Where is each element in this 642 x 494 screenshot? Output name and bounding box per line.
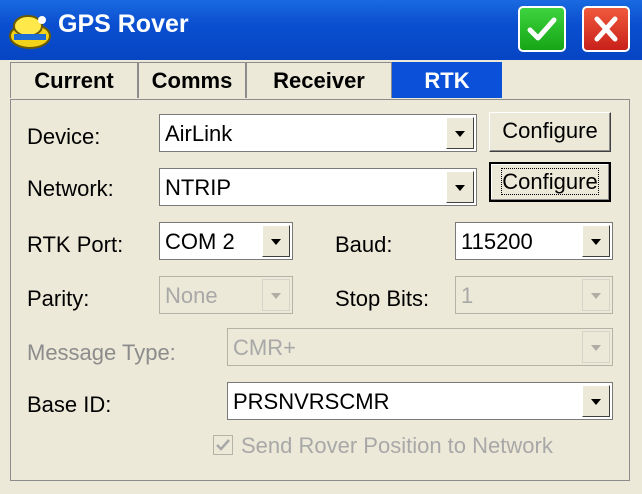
- button-label: Configure: [501, 168, 599, 195]
- chevron-down-icon: [271, 239, 281, 245]
- send-rover-position-label: Send Rover Position to Network: [241, 433, 553, 458]
- title-bar: GPS Rover: [0, 0, 642, 60]
- chevron-down-icon: [455, 185, 465, 191]
- message-type-value: CMR+: [233, 335, 296, 360]
- dropdown-arrow[interactable]: [446, 117, 474, 149]
- stop-bits-label: Stop Bits:: [335, 286, 430, 311]
- button-label: Configure: [502, 118, 598, 143]
- base-id-select[interactable]: PRSNVRSCMR: [227, 382, 613, 420]
- chevron-down-icon: [455, 131, 465, 137]
- checkbox-box[interactable]: [213, 435, 233, 455]
- base-id-value: PRSNVRSCMR: [233, 389, 390, 414]
- tab-label: RTK: [424, 68, 470, 93]
- dropdown-arrow[interactable]: [262, 225, 290, 257]
- dropdown-arrow[interactable]: [582, 279, 610, 311]
- rover-icon: [6, 6, 58, 54]
- dropdown-arrow[interactable]: [582, 385, 610, 417]
- dropdown-arrow[interactable]: [446, 171, 474, 203]
- chevron-down-icon: [271, 293, 281, 299]
- dropdown-arrow[interactable]: [582, 225, 610, 257]
- tab-comms[interactable]: Comms: [138, 62, 246, 98]
- tab-label: Receiver: [273, 68, 365, 93]
- tab-rtk[interactable]: RTK: [392, 62, 502, 98]
- tab-current[interactable]: Current: [10, 62, 138, 98]
- dropdown-arrow[interactable]: [262, 279, 290, 311]
- message-type-select[interactable]: CMR+: [227, 328, 613, 366]
- close-button[interactable]: [582, 6, 630, 52]
- baud-label: Baud:: [335, 232, 393, 257]
- chevron-down-icon: [591, 345, 601, 351]
- baud-value: 115200: [461, 229, 533, 254]
- checkmark-icon: [216, 439, 230, 451]
- rtk-port-label: RTK Port:: [27, 232, 124, 257]
- window-title: GPS Rover: [58, 10, 189, 38]
- tab-receiver[interactable]: Receiver: [246, 62, 392, 98]
- close-icon: [594, 16, 618, 42]
- device-configure-button[interactable]: Configure: [489, 112, 611, 152]
- checkmark-icon: [527, 17, 557, 41]
- base-id-label: Base ID:: [27, 392, 112, 417]
- tab-strip: Current Comms Receiver RTK: [10, 62, 630, 100]
- rtk-port-value: COM 2: [165, 229, 235, 254]
- tab-label: Comms: [151, 68, 233, 93]
- stop-bits-select[interactable]: 1: [455, 276, 613, 314]
- rtk-port-select[interactable]: COM 2: [159, 222, 293, 260]
- tab-label: Current: [34, 68, 114, 93]
- device-value: AirLink: [165, 121, 233, 146]
- baud-select[interactable]: 115200: [455, 222, 613, 260]
- device-select[interactable]: AirLink: [159, 114, 477, 152]
- network-label: Network:: [27, 176, 114, 201]
- network-select[interactable]: NTRIP: [159, 168, 477, 206]
- network-value: NTRIP: [165, 175, 231, 200]
- chevron-down-icon: [591, 399, 601, 405]
- parity-select[interactable]: None: [159, 276, 293, 314]
- device-label: Device:: [27, 124, 101, 149]
- rtk-panel: Device: AirLink Configure Network: NTRIP…: [10, 99, 630, 481]
- parity-value: None: [165, 283, 218, 308]
- message-type-label: Message Type:: [27, 340, 176, 365]
- network-configure-button[interactable]: Configure: [489, 162, 611, 202]
- chevron-down-icon: [591, 239, 601, 245]
- ok-button[interactable]: [518, 6, 566, 52]
- parity-label: Parity:: [27, 286, 90, 311]
- chevron-down-icon: [591, 293, 601, 299]
- dropdown-arrow[interactable]: [582, 331, 610, 363]
- stop-bits-value: 1: [461, 283, 474, 308]
